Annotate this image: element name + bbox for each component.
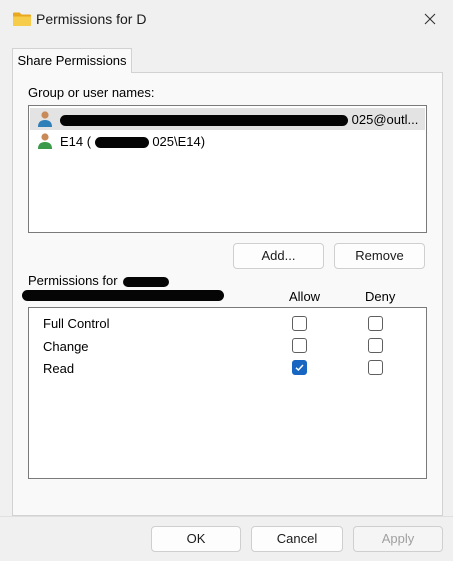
permissions-list: Full Control Change Read bbox=[28, 307, 427, 479]
user-list-item[interactable]: 025@outl... bbox=[30, 108, 425, 130]
redaction-mark bbox=[123, 276, 170, 287]
permission-name-change: Change bbox=[43, 339, 89, 354]
user-name-prefix: E14 ( bbox=[60, 133, 92, 149]
group-user-names-label: Group or user names: bbox=[28, 85, 155, 100]
tab-share-permissions[interactable]: Share Permissions bbox=[12, 48, 132, 73]
title-bar: Permissions for D bbox=[0, 0, 453, 40]
user-icon bbox=[36, 110, 54, 128]
permission-name-read: Read bbox=[43, 361, 75, 376]
read-allow-checkbox[interactable] bbox=[292, 360, 307, 375]
change-allow-checkbox[interactable] bbox=[292, 338, 307, 353]
folder-icon bbox=[12, 11, 32, 27]
user-name-suffix: 025@outl... bbox=[351, 111, 419, 127]
full-control-deny-checkbox[interactable] bbox=[368, 316, 383, 331]
permissions-for-label: Permissions for bbox=[28, 273, 170, 288]
user-name-suffix: 025\E14) bbox=[152, 133, 206, 149]
read-deny-checkbox[interactable] bbox=[368, 360, 383, 375]
remove-button[interactable]: Remove bbox=[334, 243, 425, 269]
user-list[interactable]: 025@outl... E14 ( 025\E14) bbox=[28, 105, 427, 233]
user-icon bbox=[36, 132, 54, 150]
ok-button[interactable]: OK bbox=[151, 526, 241, 552]
deny-column-header: Deny bbox=[365, 289, 396, 304]
allow-column-header: Allow bbox=[289, 289, 321, 304]
change-deny-checkbox[interactable] bbox=[368, 338, 383, 353]
window-title: Permissions for D bbox=[36, 11, 147, 27]
cancel-button[interactable]: Cancel bbox=[251, 526, 343, 552]
redaction-mark bbox=[60, 114, 348, 126]
footer-divider bbox=[0, 516, 453, 517]
user-list-item[interactable]: E14 ( 025\E14) bbox=[30, 130, 425, 152]
full-control-allow-checkbox[interactable] bbox=[292, 316, 307, 331]
close-icon bbox=[424, 13, 436, 28]
redaction-mark bbox=[94, 136, 149, 148]
apply-button[interactable]: Apply bbox=[353, 526, 443, 552]
permission-name-full-control: Full Control bbox=[43, 316, 110, 331]
add-button[interactable]: Add... bbox=[233, 243, 324, 269]
close-button[interactable] bbox=[407, 0, 453, 40]
redaction-mark bbox=[22, 290, 224, 301]
